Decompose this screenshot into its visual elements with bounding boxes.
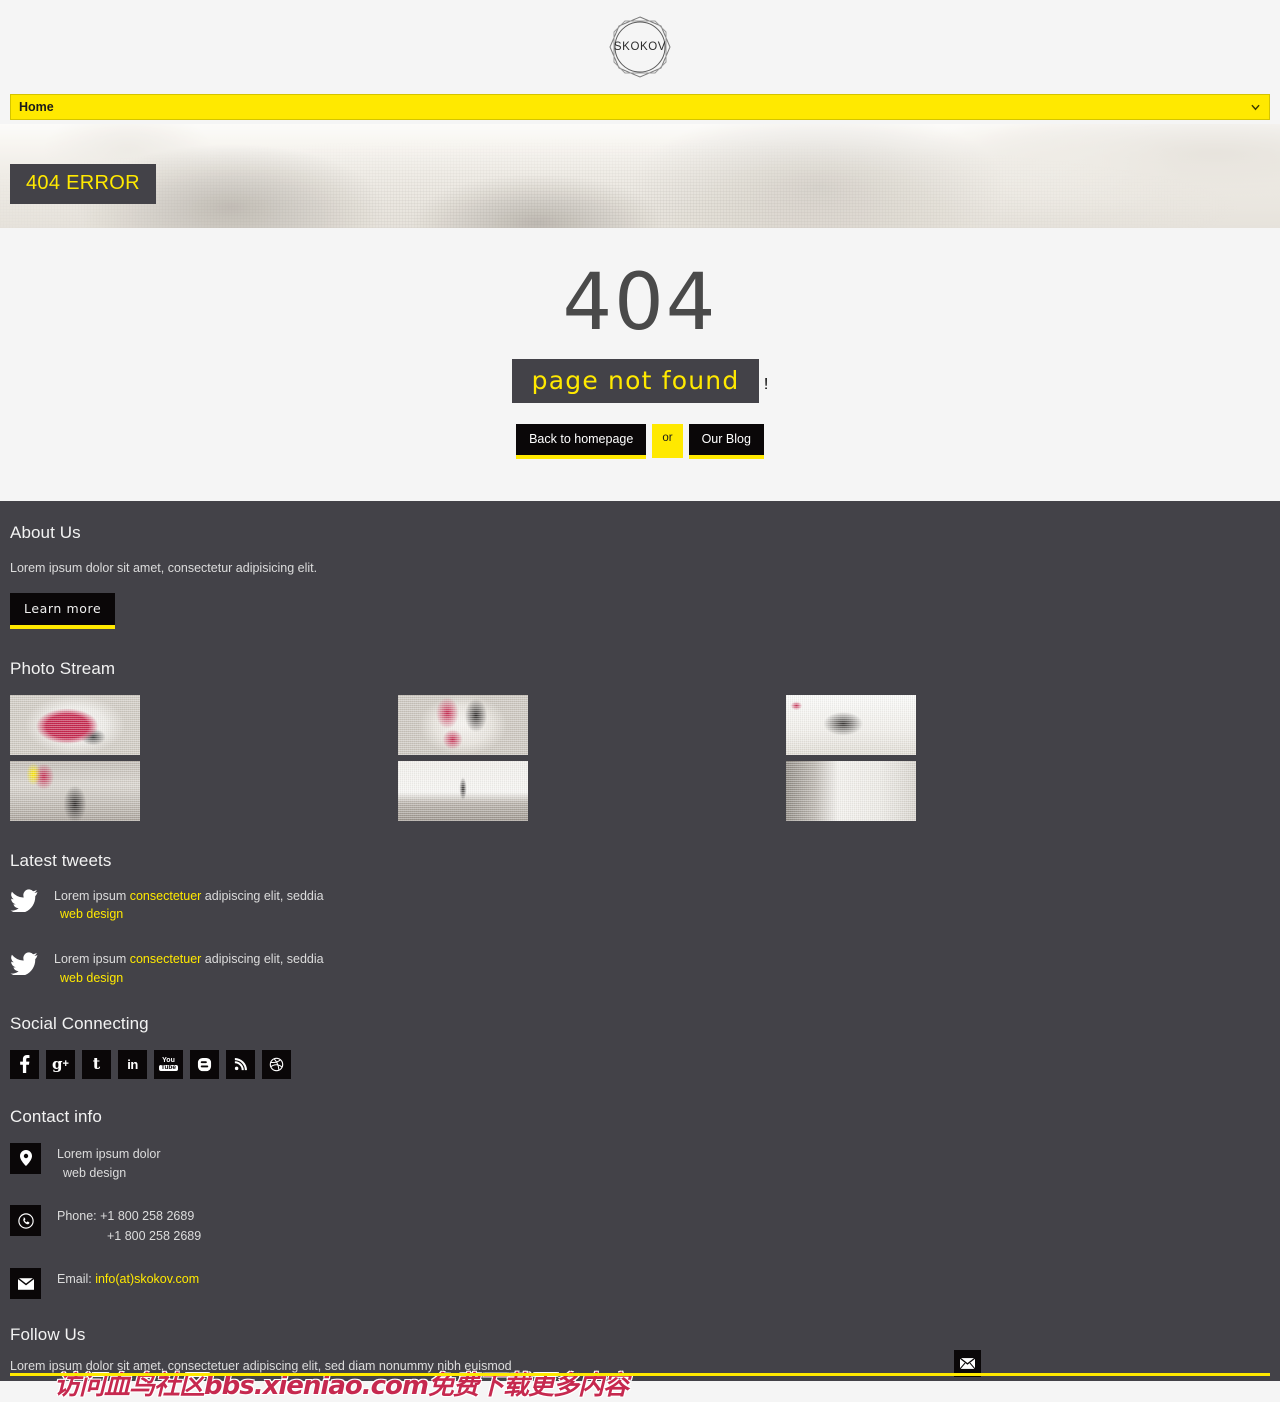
tweet-text: Lorem ipsum consectetuer adipiscing elit…	[54, 950, 324, 988]
contact-section: Contact info Lorem ipsum dolor web desig…	[10, 1107, 1270, 1300]
about-section: About Us Lorem ipsum dolor sit amet, con…	[10, 523, 1270, 629]
dither-overlay	[398, 694, 528, 755]
social-icon-row: g + t in You Tube	[10, 1049, 1270, 1079]
envelope-icon	[960, 1358, 975, 1370]
google-plus-icon[interactable]: g +	[46, 1049, 75, 1079]
twitter-bird-icon	[10, 887, 40, 925]
site-header: SKOKOV	[0, 0, 1280, 94]
tweet-item: Lorem ipsum consectetuer adipiscing elit…	[10, 950, 1270, 988]
photo-red-abstract[interactable]	[10, 694, 140, 755]
envelope-icon	[10, 1268, 41, 1300]
social-section: Social Connecting g + t in You Tube	[10, 1014, 1270, 1079]
back-to-homepage-button[interactable]: Back to homepage	[516, 424, 647, 459]
address-line1: Lorem ipsum dolor	[57, 1146, 161, 1161]
photo-column	[10, 694, 140, 821]
or-separator: or	[652, 424, 683, 458]
nav-select[interactable]: Home	[10, 94, 1270, 120]
blogger-icon[interactable]	[190, 1049, 219, 1079]
social-title: Social Connecting	[10, 1013, 149, 1033]
tweet-pre: Lorem ipsum	[54, 888, 130, 903]
hero-banner: 404 ERROR	[0, 124, 1280, 228]
tweet-link[interactable]: consectetuer	[130, 952, 202, 966]
linkedin-icon[interactable]: in	[118, 1049, 147, 1079]
site-logo[interactable]: SKOKOV	[604, 11, 676, 83]
rss-icon[interactable]	[226, 1049, 255, 1079]
contact-phone-row: Phone: +1 800 258 2689 +1 800 258 2689	[10, 1205, 1270, 1246]
exclamation-mark: !	[763, 376, 769, 393]
error-code: 404	[562, 258, 718, 348]
error-main: 404 page not found ! Back to homepage or…	[0, 228, 1280, 501]
logo-text: SKOKOV	[613, 41, 667, 53]
phone-number-2: +1 800 258 2689	[107, 1228, 202, 1243]
hero-texture-overlay	[0, 124, 1280, 228]
photo-horse-abstract[interactable]	[786, 694, 916, 755]
contact-address-text: Lorem ipsum dolor web design	[57, 1143, 161, 1184]
email-label: Email:	[57, 1272, 96, 1287]
our-blog-button[interactable]: Our Blog	[688, 424, 764, 459]
photo-woman-yellow[interactable]	[10, 760, 140, 821]
photo-column	[786, 694, 916, 821]
photo-stream-section: Photo Stream	[10, 659, 1270, 821]
photo-stream-grid	[10, 694, 1270, 821]
dither-overlay	[10, 760, 140, 821]
error-message-wrap: page not found !	[511, 359, 769, 403]
twitter-icon[interactable]: t	[82, 1049, 111, 1079]
photo-stream-title: Photo Stream	[10, 658, 116, 678]
tweet-tag[interactable]: web design	[54, 969, 324, 988]
contact-email-row: Email: info(at)skokov.com	[10, 1268, 1270, 1300]
phone-label: Phone:	[57, 1209, 101, 1224]
tweet-item: Lorem ipsum consectetuer adipiscing elit…	[10, 887, 1270, 925]
about-title: About Us	[10, 522, 81, 542]
dither-overlay	[10, 694, 140, 755]
youtube-icon[interactable]: You Tube	[154, 1049, 183, 1079]
latest-tweets-title: Latest tweets	[10, 850, 112, 870]
dither-overlay	[786, 694, 916, 755]
phone-number-1: +1 800 258 2689	[100, 1209, 195, 1224]
nav-selected-label: Home	[19, 100, 54, 114]
error-actions: Back to homepage or Our Blog	[0, 424, 1280, 459]
photo-skater[interactable]	[398, 760, 528, 821]
learn-more-button[interactable]: Learn more	[10, 592, 116, 629]
nav-bar: Home	[0, 94, 1280, 124]
follow-us-text: Lorem ipsum dolor sit amet, consectetuer…	[10, 1359, 512, 1374]
dither-overlay	[398, 760, 528, 821]
latest-tweets-section: Latest tweets Lorem ipsum consectetuer a…	[10, 851, 1270, 988]
tweet-tag[interactable]: web design	[54, 905, 324, 924]
tweet-pre: Lorem ipsum	[54, 952, 130, 967]
chevron-down-icon	[1251, 104, 1260, 111]
error-message: page not found	[511, 359, 760, 403]
dribbble-icon[interactable]	[262, 1049, 291, 1079]
facebook-icon[interactable]	[10, 1049, 39, 1079]
twitter-bird-icon	[10, 950, 40, 988]
photo-column	[398, 694, 528, 821]
tweet-link[interactable]: consectetuer	[130, 889, 202, 903]
dither-overlay	[786, 760, 916, 821]
photo-sofa[interactable]	[786, 760, 916, 821]
location-pin-icon	[10, 1142, 41, 1174]
contact-phone-text: Phone: +1 800 258 2689 +1 800 258 2689	[57, 1205, 201, 1246]
tweet-post: adipiscing elit, seddia	[201, 952, 324, 967]
tweet-post: adipiscing elit, seddia	[201, 888, 324, 903]
address-line2: web design	[63, 1166, 127, 1180]
contact-title: Contact info	[10, 1106, 102, 1126]
contact-address-row: Lorem ipsum dolor web design	[10, 1142, 1270, 1184]
follow-us-title: Follow Us	[10, 1325, 86, 1345]
email-value[interactable]: info(at)skokov.com	[95, 1272, 199, 1286]
error-tag: 404 ERROR	[10, 164, 156, 204]
site-footer: About Us Lorem ipsum dolor sit amet, con…	[0, 500, 1280, 1401]
phone-icon	[10, 1205, 41, 1237]
contact-email-text: Email: info(at)skokov.com	[57, 1268, 199, 1289]
tweet-text: Lorem ipsum consectetuer adipiscing elit…	[54, 887, 324, 925]
footer-bottom-rule	[10, 1373, 1270, 1377]
photo-portrait-red[interactable]	[398, 694, 528, 755]
about-text: Lorem ipsum dolor sit amet, consectetur …	[10, 560, 318, 575]
